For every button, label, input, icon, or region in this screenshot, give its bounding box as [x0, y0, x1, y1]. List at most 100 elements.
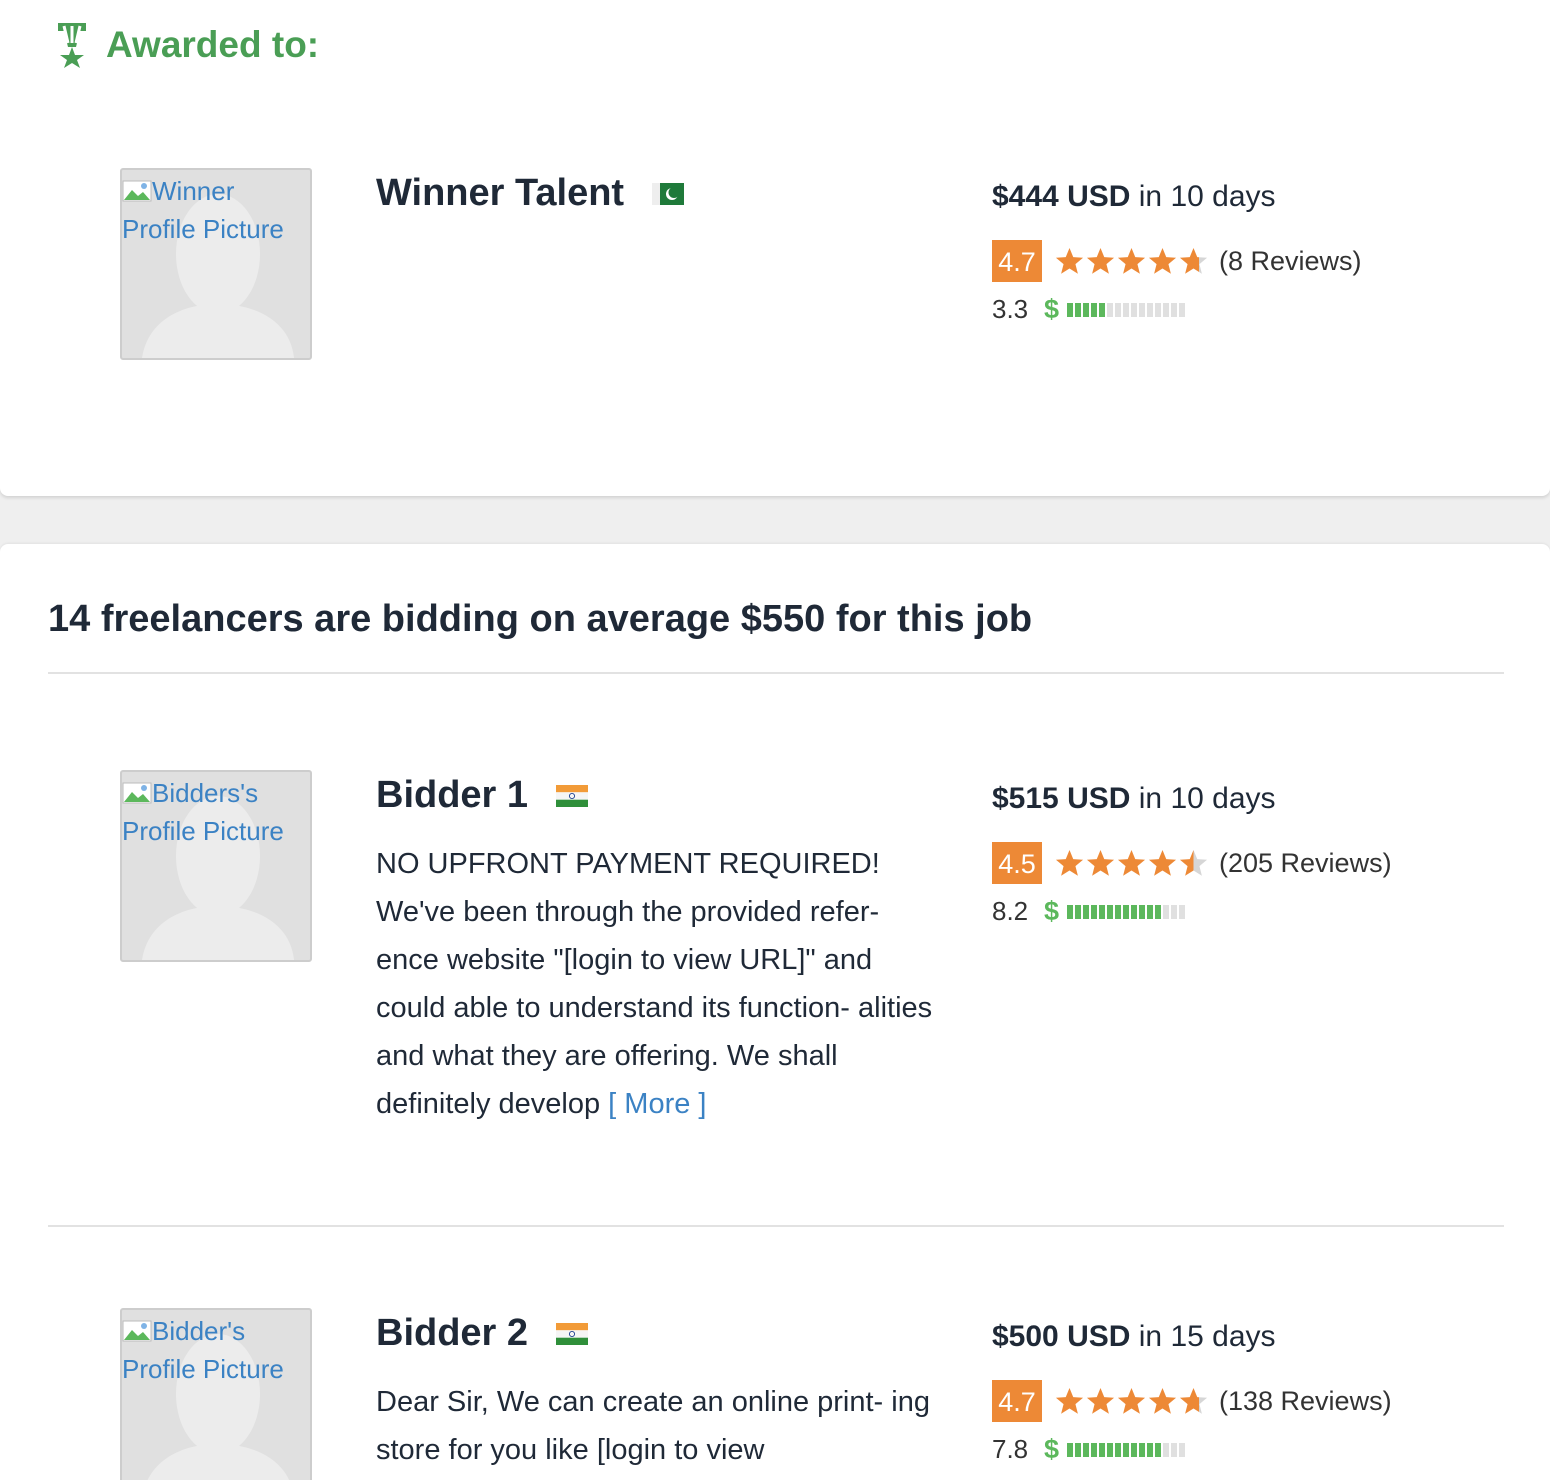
earnings-segment	[1099, 302, 1106, 317]
earnings-segment	[1091, 904, 1098, 919]
bid-description: Dear Sir, We can create an online print-…	[376, 1386, 930, 1466]
earnings-segment	[1099, 904, 1106, 919]
star-icon	[1179, 849, 1208, 876]
rating-row: 4.7 (138 Reviews)	[992, 1380, 1392, 1422]
earnings-segment	[1147, 302, 1154, 317]
dollar-icon: $	[1044, 896, 1060, 926]
dollar-icon: $	[1044, 1434, 1060, 1464]
star-icon	[1117, 1387, 1146, 1414]
bidder-name[interactable]: Bidder 1	[376, 774, 528, 817]
star-icon	[1117, 247, 1146, 274]
earnings-segment	[1091, 1442, 1098, 1457]
divider	[48, 1225, 1504, 1227]
divider	[48, 672, 1504, 674]
earnings-bar	[1067, 1442, 1187, 1457]
earnings-segment	[1123, 1442, 1130, 1457]
reviews-count[interactable]: (138 Reviews)	[1219, 1386, 1392, 1417]
winner-name[interactable]: Winner Talent	[376, 172, 624, 215]
star-icon	[1148, 1387, 1177, 1414]
earnings-segment	[1179, 302, 1186, 317]
award-badge-icon	[58, 23, 86, 68]
winner-rating-row: 4.7 (8 Reviews)	[992, 240, 1362, 282]
star-icon	[1179, 1387, 1208, 1414]
earnings-segment	[1115, 904, 1122, 919]
earnings-segment	[1075, 904, 1082, 919]
avatar-alt-text: Bidder's Profile Picture	[122, 1316, 284, 1384]
broken-image-icon	[122, 1320, 152, 1342]
earnings-segment	[1171, 302, 1178, 317]
star-rating	[1054, 1386, 1209, 1417]
bidder-avatar[interactable]: Bidder's Profile Picture	[120, 1308, 312, 1480]
star-icon	[1055, 1387, 1084, 1414]
earnings-segment	[1139, 904, 1146, 919]
star-icon	[1148, 247, 1177, 274]
rating-badge: 4.7	[992, 240, 1042, 282]
reviews-count[interactable]: (8 Reviews)	[1219, 246, 1362, 277]
rating-badge: 4.5	[992, 842, 1042, 884]
dollar-icon: $	[1044, 294, 1060, 324]
earnings-segment	[1179, 904, 1186, 919]
earnings-segment	[1147, 1442, 1154, 1457]
earnings-bar	[1067, 904, 1187, 919]
earnings-segment	[1107, 1442, 1114, 1457]
avatar-alt-text: Bidders's Profile Picture	[122, 778, 284, 846]
earnings-segment	[1155, 302, 1162, 317]
star-icon	[1148, 849, 1177, 876]
earnings-segment	[1115, 302, 1122, 317]
pakistan-flag-icon	[652, 182, 685, 205]
broken-image-icon	[122, 180, 152, 202]
earnings-segment	[1163, 302, 1170, 317]
winner-bid-price: $444 USD in 10 days	[992, 180, 1276, 213]
awarded-title: Awarded to:	[106, 24, 320, 65]
earnings-segment	[1123, 302, 1130, 317]
bidder-avatar[interactable]: Bidders's Profile Picture	[120, 770, 312, 962]
rating-badge: 4.7	[992, 1380, 1042, 1422]
earnings-segment	[1171, 904, 1178, 919]
award-card: Awarded to: Winner Profile Picture Winner…	[0, 0, 1550, 496]
bidder-name-row: Bidder 2	[376, 1312, 589, 1355]
rating-row: 4.5 (205 Reviews)	[992, 842, 1392, 884]
bidder-name-row: Bidder 1	[376, 774, 589, 817]
india-flag-icon	[556, 1322, 589, 1345]
awarded-heading: Awarded to:	[52, 20, 319, 70]
earnings-segment	[1155, 1442, 1162, 1457]
earnings-score: 8.2	[992, 896, 1029, 926]
earnings-segment	[1131, 904, 1138, 919]
earnings-segment	[1091, 302, 1098, 317]
earnings-segment	[1131, 302, 1138, 317]
star-icon	[1179, 247, 1208, 274]
bid-price: $515 USD in 10 days	[992, 782, 1276, 815]
bid-price: $500 USD in 15 days	[992, 1320, 1276, 1353]
earnings-segment	[1083, 904, 1090, 919]
earnings-segment	[1083, 302, 1090, 317]
earnings-row: 7.8 $	[992, 1434, 1187, 1465]
bid-description: NO UPFRONT PAYMENT REQUIRED! We've been …	[376, 848, 933, 1120]
broken-image-icon	[122, 782, 152, 804]
bids-summary-heading: 14 freelancers are bidding on average $5…	[48, 598, 1033, 640]
winner-name-row: Winner Talent	[376, 172, 685, 215]
earnings-segment	[1147, 904, 1154, 919]
earnings-segment	[1107, 904, 1114, 919]
earnings-row: 8.2 $	[992, 896, 1187, 927]
earnings-segment	[1123, 904, 1130, 919]
more-link[interactable]: [ More ]	[608, 1088, 706, 1120]
bidder-name[interactable]: Bidder 2	[376, 1312, 528, 1355]
earnings-segment	[1131, 1442, 1138, 1457]
earnings-segment	[1067, 302, 1074, 317]
earnings-segment	[1155, 904, 1162, 919]
earnings-score: 3.3	[992, 294, 1029, 324]
star-rating	[1054, 848, 1209, 879]
winner-avatar[interactable]: Winner Profile Picture	[120, 168, 312, 360]
earnings-score: 7.8	[992, 1434, 1029, 1464]
avatar-alt-text: Winner Profile Picture	[122, 176, 284, 244]
star-rating	[1054, 246, 1209, 277]
earnings-segment	[1171, 1442, 1178, 1457]
star-icon	[1055, 849, 1084, 876]
earnings-segment	[1067, 1442, 1074, 1457]
earnings-segment	[1099, 1442, 1106, 1457]
star-icon	[1086, 849, 1115, 876]
reviews-count[interactable]: (205 Reviews)	[1219, 848, 1392, 879]
earnings-segment	[1115, 1442, 1122, 1457]
winner-earnings-row: 3.3 $	[992, 294, 1187, 325]
bids-card: 14 freelancers are bidding on average $5…	[0, 544, 1550, 1480]
